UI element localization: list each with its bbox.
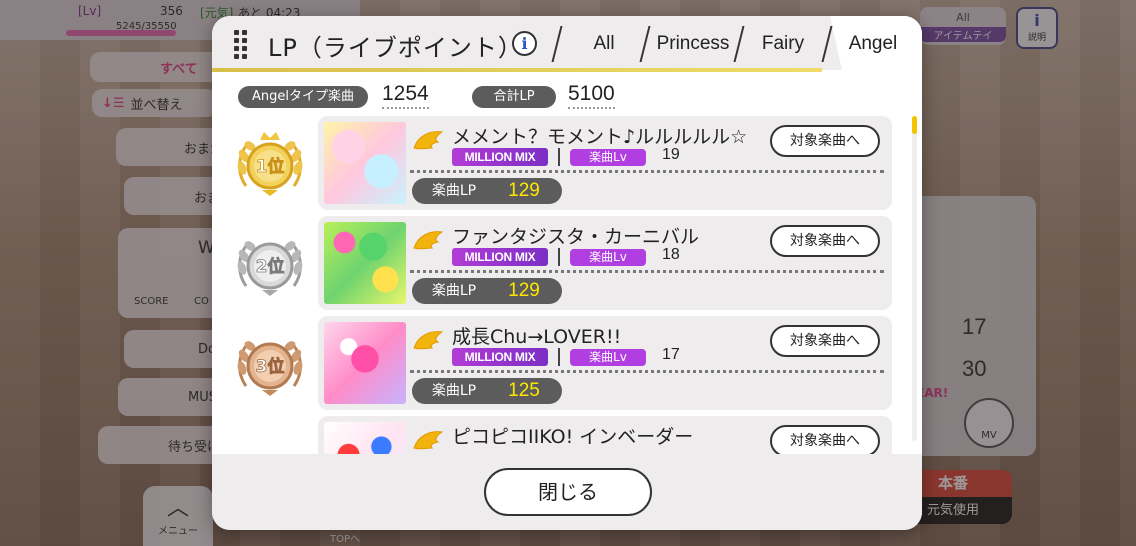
- song-lv-label: 楽曲Lv: [570, 249, 646, 266]
- divider: [558, 348, 560, 366]
- lp-dialog: LP（ライブポイント） i All Princess Fairy Angel A…: [212, 16, 922, 530]
- list-item: 1位 メメント？モメント♪ルルルルル☆ MILLION MIX 楽曲Lv 19 …: [232, 116, 912, 212]
- list-item: ピコピコIIKO! インベーダー 対象楽曲へ: [232, 416, 912, 456]
- song-lp-value: 129: [508, 180, 540, 201]
- go-to-song-button[interactable]: 対象楽曲へ: [770, 325, 880, 357]
- dotted-separator: [410, 170, 884, 173]
- song-jacket-image: [324, 422, 406, 456]
- song-lv-label: 楽曲Lv: [570, 349, 646, 366]
- divider: [558, 148, 560, 166]
- tab-all[interactable]: All: [574, 16, 634, 70]
- type-count-label: Angelタイプ楽曲: [238, 86, 368, 108]
- rank-label: 2位: [256, 256, 285, 277]
- tab-divider: [551, 26, 563, 62]
- tab-divider: [821, 26, 833, 62]
- song-lp-label: 楽曲LP: [431, 283, 477, 299]
- dotted-separator: [410, 270, 884, 273]
- million-mix-badge: MILLION MIX: [452, 348, 548, 366]
- grip-icon[interactable]: [234, 30, 248, 59]
- go-to-song-button[interactable]: 対象楽曲へ: [770, 425, 880, 456]
- close-button[interactable]: 閉じる: [484, 468, 652, 516]
- angel-wing-icon: [413, 331, 444, 350]
- song-jacket-image: [324, 122, 406, 204]
- song-lv-label: 楽曲Lv: [570, 149, 646, 166]
- song-lp-value: 125: [508, 380, 540, 401]
- song-lp-pill: 楽曲LP 129: [412, 278, 562, 304]
- silver-medal-icon: 2位: [237, 240, 303, 296]
- rank-label: 3位: [256, 356, 285, 377]
- tab-angel[interactable]: Angel: [838, 16, 908, 70]
- info-icon[interactable]: i: [512, 31, 537, 56]
- angel-wing-icon: [413, 131, 444, 150]
- tab-divider: [639, 26, 651, 62]
- tab-princess[interactable]: Princess: [652, 16, 734, 70]
- song-card: 成長Chu→LOVER!! MILLION MIX 楽曲Lv 17 楽曲LP 1…: [318, 316, 892, 410]
- song-jacket-image: [324, 322, 406, 404]
- million-mix-badge: MILLION MIX: [452, 148, 548, 166]
- angel-wing-icon: [413, 431, 444, 450]
- song-card: ピコピコIIKO! インベーダー 対象楽曲へ: [318, 416, 892, 456]
- song-lv-value: 18: [662, 246, 680, 263]
- list-item: 3位 成長Chu→LOVER!! MILLION MIX 楽曲Lv 17 楽曲L…: [232, 316, 912, 412]
- list-item: 2位 ファンタジスタ・カーニバル MILLION MIX 楽曲Lv 18 楽曲L…: [232, 216, 912, 312]
- song-lp-pill: 楽曲LP 129: [412, 178, 562, 204]
- song-title: ファンタジスタ・カーニバル: [452, 226, 700, 248]
- song-lp-value: 129: [508, 280, 540, 301]
- song-lv-value: 19: [662, 146, 680, 163]
- total-lp-value: 5100: [568, 82, 615, 109]
- dialog-footer: 閉じる: [212, 454, 922, 530]
- song-title: ピコピコIIKO! インベーダー: [452, 426, 694, 448]
- song-lp-label: 楽曲LP: [431, 183, 477, 199]
- dialog-title: LP（ライブポイント）: [268, 34, 523, 62]
- gold-medal-icon: 1位: [237, 132, 303, 196]
- song-lv-value: 17: [662, 346, 680, 363]
- dialog-header: LP（ライブポイント） i All Princess Fairy Angel: [212, 16, 922, 72]
- song-title: 成長Chu→LOVER!!: [452, 326, 622, 348]
- tab-fairy[interactable]: Fairy: [748, 16, 818, 70]
- type-count-value: 1254: [382, 82, 429, 109]
- bronze-medal-icon: 3位: [237, 340, 303, 396]
- song-card: メメント？モメント♪ルルルルル☆ MILLION MIX 楽曲Lv 19 楽曲L…: [318, 116, 892, 210]
- rank-label: 1位: [256, 156, 285, 177]
- million-mix-badge: MILLION MIX: [452, 248, 548, 266]
- go-to-song-button[interactable]: 対象楽曲へ: [770, 125, 880, 157]
- song-jacket-image: [324, 222, 406, 304]
- song-card: ファンタジスタ・カーニバル MILLION MIX 楽曲Lv 18 楽曲LP 1…: [318, 216, 892, 310]
- scrollbar-track[interactable]: [912, 116, 917, 441]
- angel-wing-icon: [413, 231, 444, 250]
- scrollbar-thumb[interactable]: [912, 116, 917, 134]
- song-title: メメント？モメント♪ルルルルル☆: [452, 126, 748, 148]
- dotted-separator: [410, 370, 884, 373]
- song-lp-label: 楽曲LP: [431, 383, 477, 399]
- total-lp-label: 合計LP: [472, 86, 556, 108]
- song-lp-list[interactable]: 1位 メメント？モメント♪ルルルルル☆ MILLION MIX 楽曲Lv 19 …: [232, 116, 912, 456]
- tab-divider: [733, 26, 745, 62]
- divider: [558, 248, 560, 266]
- song-lp-pill: 楽曲LP 125: [412, 378, 562, 404]
- go-to-song-button[interactable]: 対象楽曲へ: [770, 225, 880, 257]
